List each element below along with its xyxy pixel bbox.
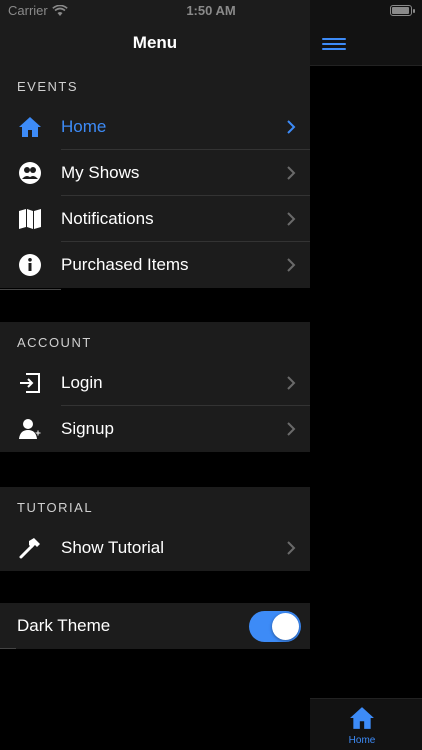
menu-item-label: Home bbox=[61, 117, 107, 136]
menu-item-label: My Shows bbox=[61, 163, 140, 182]
toggle-knob bbox=[272, 613, 299, 640]
tab-bar: Home bbox=[310, 698, 422, 750]
menu-item-label: Show Tutorial bbox=[61, 538, 164, 557]
dark-theme-label: Dark Theme bbox=[17, 616, 111, 635]
chevron-right-icon bbox=[287, 422, 296, 436]
chevron-right-icon bbox=[287, 258, 296, 272]
section-tutorial: TUTORIAL Show Tutorial bbox=[0, 487, 310, 571]
section-events: EVENTS Home My Shows Notifications Purch… bbox=[0, 66, 310, 288]
dark-theme-row: Dark Theme bbox=[0, 603, 310, 649]
login-icon bbox=[18, 371, 42, 395]
chevron-right-icon bbox=[287, 376, 296, 390]
menu-item-signup[interactable]: Signup bbox=[0, 406, 310, 452]
app-screen: Home Menu EVENTS Home My Shows Notificat… bbox=[0, 0, 422, 750]
chevron-right-icon bbox=[287, 541, 296, 555]
menu-item-label: Signup bbox=[61, 419, 114, 438]
dark-theme-toggle[interactable] bbox=[249, 611, 301, 642]
menu-item-show-tutorial[interactable]: Show Tutorial bbox=[0, 525, 310, 571]
hamburger-menu-icon[interactable] bbox=[322, 34, 348, 52]
people-icon bbox=[18, 161, 42, 185]
status-bar: Carrier 1:50 AM bbox=[0, 0, 422, 22]
info-icon bbox=[18, 253, 42, 277]
menu-item-my-shows[interactable]: My Shows bbox=[0, 150, 310, 196]
menu-title: Menu bbox=[132, 33, 178, 52]
menu-item-label: Purchased Items bbox=[61, 255, 189, 274]
chevron-right-icon bbox=[287, 212, 296, 226]
main-content-peek: Home bbox=[310, 0, 422, 750]
menu-item-home[interactable]: Home bbox=[0, 104, 310, 150]
person-add-icon bbox=[18, 417, 42, 441]
hammer-icon bbox=[18, 536, 42, 560]
menu-item-label: Login bbox=[61, 373, 103, 392]
chevron-right-icon bbox=[287, 120, 296, 134]
menu-item-login[interactable]: Login bbox=[0, 360, 310, 406]
section-account: ACCOUNT Login Signup bbox=[0, 322, 310, 452]
chevron-right-icon bbox=[287, 166, 296, 180]
section-header-events: EVENTS bbox=[17, 79, 79, 94]
home-icon bbox=[18, 115, 42, 139]
map-icon bbox=[18, 207, 42, 231]
menu-item-notifications[interactable]: Notifications bbox=[0, 196, 310, 242]
tab-home-label: Home bbox=[348, 735, 376, 746]
side-menu: Menu EVENTS Home My Shows Notifications … bbox=[0, 0, 310, 750]
menu-item-label: Notifications bbox=[61, 209, 154, 228]
menu-item-purchased-items[interactable]: Purchased Items bbox=[0, 242, 310, 288]
battery-icon bbox=[390, 5, 415, 16]
section-header-tutorial: TUTORIAL bbox=[17, 500, 94, 515]
tab-home[interactable]: Home bbox=[334, 705, 390, 749]
status-time: 1:50 AM bbox=[186, 3, 236, 18]
home-icon bbox=[350, 707, 374, 729]
section-header-account: ACCOUNT bbox=[17, 335, 92, 350]
